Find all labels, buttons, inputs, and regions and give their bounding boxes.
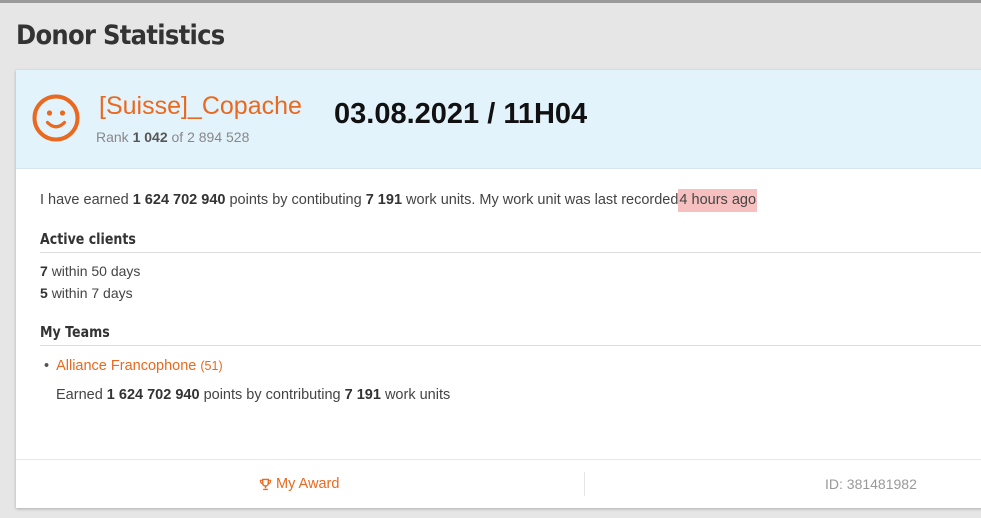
donor-card: [Suisse]_Copache Rank 1 042 of 2 894 528… (16, 70, 981, 508)
donor-rank: Rank 1 042 of 2 894 528 (96, 129, 249, 145)
earned-last-text: work units. My work unit was last record… (406, 192, 679, 208)
team-link[interactable]: Alliance Francophone (56, 358, 196, 374)
my-award-button[interactable]: My Award (259, 476, 339, 492)
bullet: • (44, 358, 50, 374)
top-border (0, 0, 981, 3)
team-earned-prefix: Earned (56, 387, 103, 403)
donor-name: [Suisse]_Copache (99, 92, 302, 120)
rank-total: 2 894 528 (187, 129, 250, 145)
earned-mid-text: points by contibuting (229, 192, 362, 208)
page-title: Donor Statistics (16, 20, 225, 51)
team-work-units: 7 191 (344, 387, 381, 403)
earned-points: 1 624 702 940 (132, 192, 226, 208)
client-count: 5 (40, 285, 48, 301)
team-member-count: (51) (200, 359, 223, 373)
my-teams-heading: My Teams (40, 323, 110, 341)
team-earned-summary: Earned 1 624 702 940 points by contribut… (56, 387, 450, 403)
rank-value: 1 042 (132, 129, 168, 145)
team-points: 1 624 702 940 (106, 387, 200, 403)
active-clients-row: 5 within 7 days (40, 285, 133, 301)
my-award-label: My Award (276, 476, 340, 492)
active-clients-divider (40, 252, 981, 253)
team-list-item: • Alliance Francophone (51) (44, 358, 223, 374)
earned-work-units: 7 191 (365, 192, 403, 208)
datetime-stamp: 03.08.2021 / 11H04 (334, 98, 588, 130)
team-earned-mid: points by contributing (203, 387, 341, 403)
donor-card-header: [Suisse]_Copache Rank 1 042 of 2 894 528… (16, 70, 981, 169)
trophy-icon (259, 478, 272, 490)
donor-id: ID: 381481982 (825, 476, 917, 492)
active-clients-heading: Active clients (40, 230, 136, 248)
earned-summary: I have earned 1 624 702 940 points by co… (40, 189, 758, 212)
active-clients-row: 7 within 50 days (40, 263, 140, 279)
client-period: within 7 days (51, 285, 133, 301)
team-earned-suffix: work units (384, 387, 451, 403)
last-recorded-badge: 4 hours ago (678, 189, 758, 212)
smiley-face-icon (32, 94, 80, 142)
rank-label: Rank (96, 129, 129, 145)
my-teams-divider (40, 345, 981, 346)
earned-prefix: I have earned (40, 192, 129, 208)
footer-divider (584, 472, 585, 496)
client-period: within 50 days (51, 263, 141, 279)
client-count: 7 (40, 263, 48, 279)
rank-of: of (171, 129, 184, 145)
card-footer: My Award ID: 381481982 (16, 459, 981, 508)
